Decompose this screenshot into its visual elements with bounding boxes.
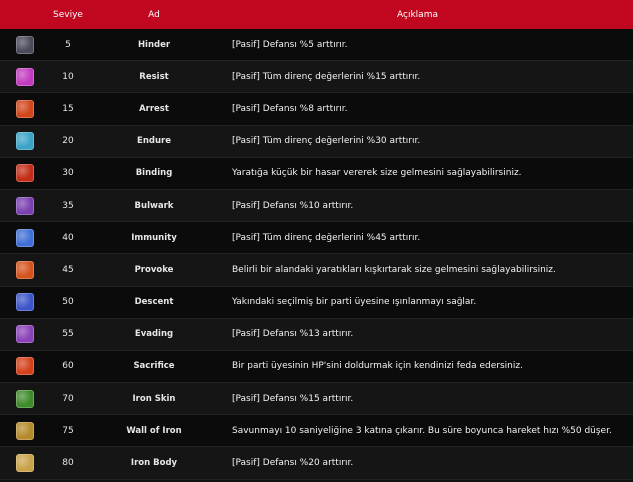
flame-icon — [16, 99, 34, 118]
skill-name: Hinder — [137, 39, 171, 50]
skill-level: 75 — [62, 425, 74, 436]
table-row: 10 Resist [Pasif] Tüm direnç değerlerini %… — [0, 61, 633, 94]
skill-name: Bulwark — [134, 200, 174, 211]
skill-icon-cell — [0, 99, 50, 118]
table-row: 35 Bulwark [Pasif] Defansı %10 arttırır. — [0, 189, 633, 223]
skill-level: 20 — [62, 136, 74, 147]
skill-level: 10 — [62, 71, 74, 82]
skill-level: 15 — [62, 103, 74, 114]
skill-icon-cell — [0, 260, 50, 279]
skill-level: 55 — [62, 329, 74, 340]
skill-icon-cell — [0, 35, 50, 54]
skill-name: Arrest — [139, 103, 169, 114]
skill-name: Resist — [139, 71, 169, 82]
shield-icon — [16, 35, 34, 54]
skill-icon-cell — [0, 421, 50, 440]
skill-description: [Pasif] Tüm direnç değerlerini %45 arttı… — [232, 232, 421, 243]
skill-icon-cell — [0, 67, 50, 86]
table-row: 50 Descent Yakındaki seçilmiş bir parti üy… — [0, 286, 633, 319]
magic-swirl-icon — [16, 132, 34, 151]
skill-icon-cell — [0, 196, 50, 215]
shield-icon — [16, 196, 34, 215]
skill-level: 60 — [62, 361, 74, 372]
magic-swirl-icon — [16, 228, 34, 247]
skill-description: [Pasif] Tüm direnç değerlerini %15 arttı… — [232, 71, 421, 82]
table-body: 5 Hinder [Pasif] Defansı %5 arttırır. 10 Res… — [0, 29, 633, 480]
level-column-header: Seviye — [53, 9, 83, 20]
shield-icon — [16, 325, 34, 344]
skill-name: Iron Body — [130, 458, 178, 469]
skill-level: 80 — [62, 458, 74, 469]
skill-icon-cell — [0, 357, 50, 376]
table-row: 20 Endure [Pasif] Tüm direnç değerlerini %… — [0, 125, 633, 158]
skill-description: [Pasif] Defansı %5 arttırır. — [232, 39, 348, 50]
table-row: 80 Iron Body [Pasif] Defansı %20 arttırır. — [0, 447, 633, 480]
skill-level: 40 — [62, 232, 74, 243]
skill-icon-cell — [0, 389, 50, 408]
table-row: 40 Immunity [Pasif] Tüm direnç değerlerini… — [0, 222, 633, 255]
armor-icon — [16, 454, 34, 473]
skill-level: 35 — [62, 200, 74, 211]
table-row: 30 Binding Yaratığa küçük bir hasar verere… — [0, 157, 633, 190]
skill-level: 30 — [62, 168, 74, 179]
skill-description: [Pasif] Defansı %10 arttırır. — [232, 200, 354, 211]
skill-name: Descent — [134, 297, 174, 308]
skill-description: Bir parti üyesinin HP'sini doldurmak içi… — [232, 361, 523, 372]
dragon-icon — [16, 164, 34, 183]
skill-level: 45 — [62, 264, 74, 275]
description-column-header: Açıklama — [397, 9, 438, 20]
skill-name: Provoke — [134, 264, 174, 275]
table-header: Seviye Ad Açıklama — [0, 0, 633, 29]
skill-description: Savunmayı 10 saniyeliğine 3 katına çıkar… — [232, 425, 612, 436]
wing-icon — [16, 293, 34, 312]
skill-icon-cell — [0, 132, 50, 151]
skill-name: Binding — [135, 168, 173, 179]
skills-table: Seviye Ad Açıklama 5 Hinder [Pasif] Defans… — [0, 0, 633, 482]
skill-icon-cell — [0, 293, 50, 312]
skill-description: [Pasif] Tüm direnç değerlerini %30 arttı… — [232, 136, 421, 147]
magic-swirl-icon — [16, 67, 34, 86]
skill-icon-cell — [0, 325, 50, 344]
table-row: 60 Sacrifice Bir parti üyesinin HP'sini do… — [0, 350, 633, 384]
table-row: 70 Iron Skin [Pasif] Defansı %15 arttırır. — [0, 383, 633, 416]
skill-level: 70 — [62, 393, 74, 404]
skill-level: 5 — [65, 39, 71, 50]
skill-description: [Pasif] Defansı %8 arttırır. — [232, 103, 348, 114]
skill-description: [Pasif] Defansı %13 arttırır. — [232, 329, 354, 340]
table-row: 15 Arrest [Pasif] Defansı %8 arttırır. — [0, 93, 633, 126]
table-row: 5 Hinder [Pasif] Defansı %5 arttırır. — [0, 29, 633, 62]
armor-icon — [16, 389, 34, 408]
skill-name: Iron Skin — [132, 393, 176, 404]
wall-icon — [16, 421, 34, 440]
table-row: 55 Evading [Pasif] Defansı %13 arttırır. — [0, 318, 633, 351]
skill-description: Yakındaki seçilmiş bir parti üyesine ışı… — [232, 297, 477, 308]
skill-description: Yaratığa küçük bir hasar vererek size ge… — [232, 168, 522, 179]
dragon-icon — [16, 260, 34, 279]
name-column-header: Ad — [148, 9, 160, 20]
table-row: 45 Provoke Belirli bir alandaki yaratıklar… — [0, 254, 633, 287]
skill-icon-cell — [0, 454, 50, 473]
skill-icon-cell — [0, 228, 50, 247]
skill-name: Immunity — [131, 232, 177, 243]
skill-icon-cell — [0, 164, 50, 183]
skill-description: [Pasif] Defansı %20 arttırır. — [232, 458, 354, 469]
skill-name: Endure — [137, 136, 171, 147]
skill-name: Wall of Iron — [126, 425, 182, 436]
skill-name: Sacrifice — [133, 361, 175, 372]
flag-icon — [16, 357, 34, 376]
table-row: 75 Wall of Iron Savunmayı 10 saniyeliğine … — [0, 415, 633, 448]
skill-level: 50 — [62, 297, 74, 308]
skill-description: [Pasif] Defansı %15 arttırır. — [232, 393, 354, 404]
skill-description: Belirli bir alandaki yaratıkları kışkırt… — [232, 264, 556, 275]
skill-name: Evading — [134, 329, 174, 340]
